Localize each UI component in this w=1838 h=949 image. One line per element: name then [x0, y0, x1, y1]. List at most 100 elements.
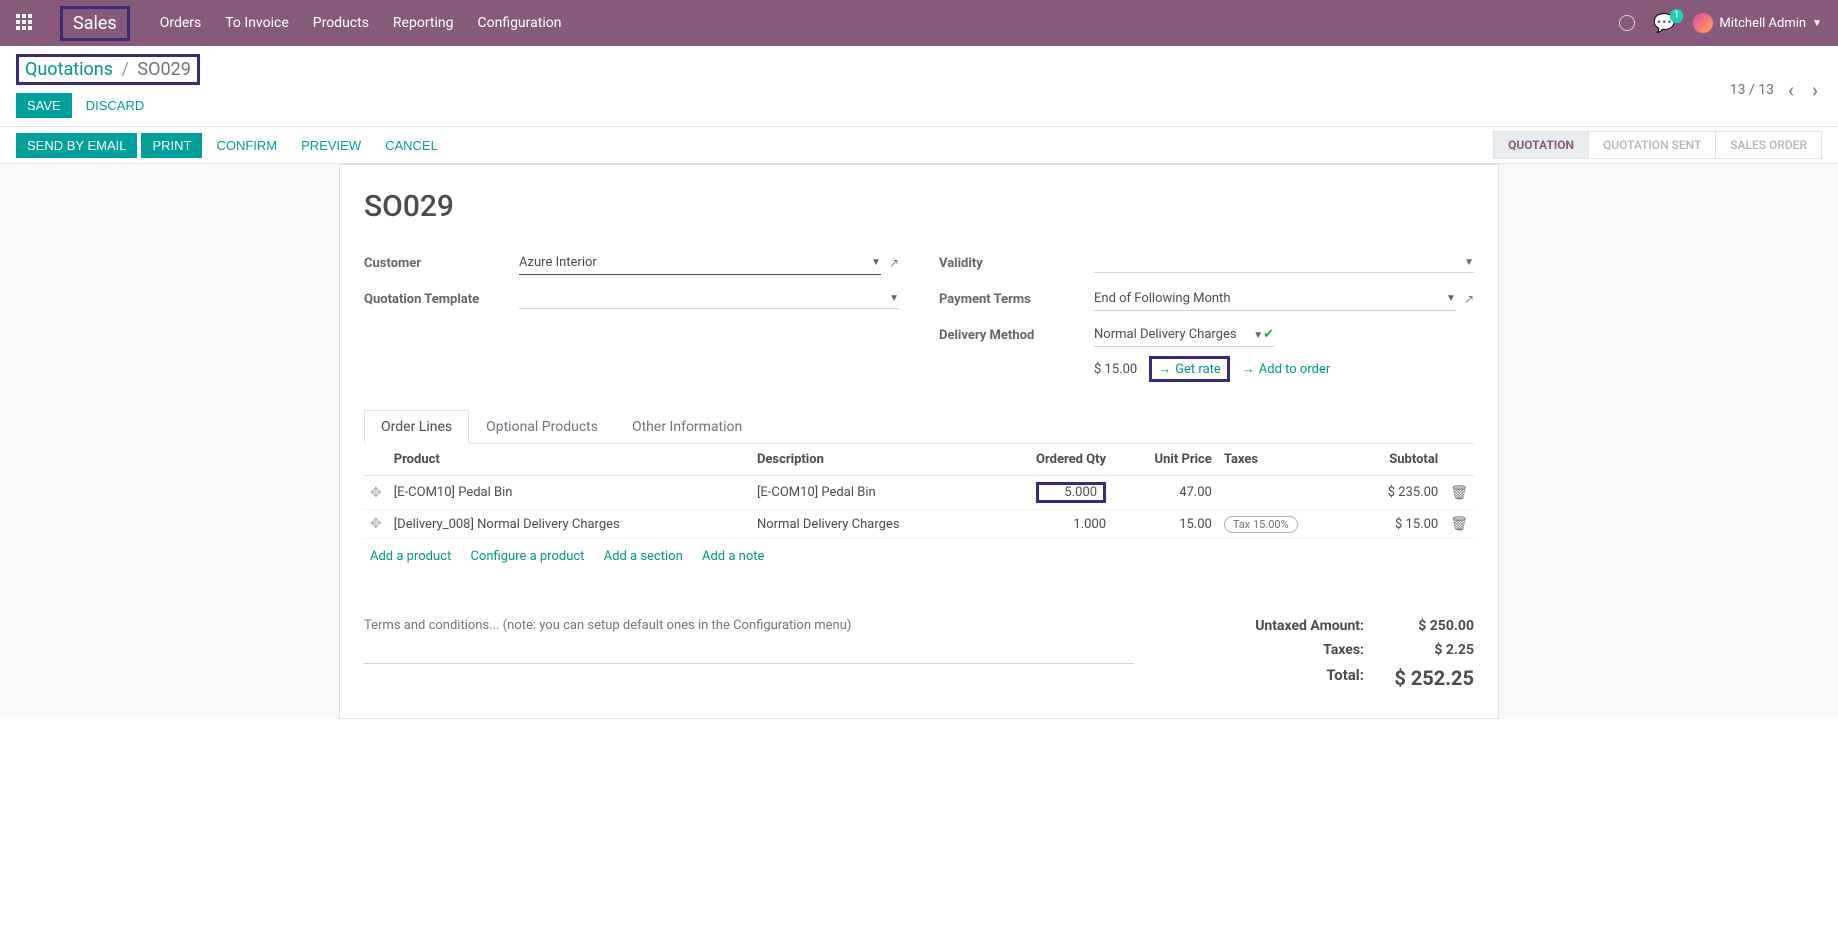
payment-terms-field[interactable]: End of Following Month ▼: [1094, 287, 1456, 311]
product-cell[interactable]: [Delivery_008] Normal Delivery Charges: [388, 510, 751, 539]
total-value: $ 252.25: [1384, 666, 1474, 690]
qty-cell[interactable]: 1.000: [1073, 517, 1106, 532]
customer-field[interactable]: Azure Interior ▼: [519, 251, 881, 275]
menu-products[interactable]: Products: [313, 15, 369, 31]
subtotal-cell: $ 15.00: [1349, 510, 1444, 539]
preview-button[interactable]: PREVIEW: [291, 133, 371, 158]
taxes-value: $ 2.25: [1384, 642, 1474, 658]
chevron-down-icon: ▼: [871, 257, 881, 268]
tab-other-information[interactable]: Other Information: [615, 410, 759, 443]
app-brand[interactable]: Sales: [60, 6, 130, 41]
control-panel: Quotations / SO029 SAVE DISCARD 13 / 13 …: [0, 46, 1838, 127]
breadcrumb-current: SO029: [137, 59, 190, 80]
confirm-button[interactable]: CONFIRM: [206, 133, 287, 158]
configure-product-link[interactable]: Configure a product: [470, 549, 584, 564]
user-name: Mitchell Admin: [1719, 16, 1806, 31]
clock-icon[interactable]: [1619, 15, 1635, 31]
get-rate-button[interactable]: → Get rate: [1149, 356, 1230, 382]
table-row[interactable]: ✥ [E-COM10] Pedal Bin [E-COM10] Pedal Bi…: [364, 476, 1474, 510]
top-navbar: Sales Orders To Invoice Products Reporti…: [0, 0, 1838, 46]
delivery-method-value: Normal Delivery Charges: [1094, 327, 1237, 342]
add-to-order-link[interactable]: → Add to order: [1242, 361, 1330, 377]
pager-text: 13 / 13: [1730, 82, 1774, 98]
description-cell[interactable]: Normal Delivery Charges: [751, 510, 987, 539]
user-menu[interactable]: Mitchell Admin ▼: [1693, 13, 1822, 33]
menu-to-invoice[interactable]: To Invoice: [225, 15, 289, 31]
add-to-order-label: Add to order: [1259, 362, 1330, 377]
get-rate-label: Get rate: [1175, 362, 1221, 377]
th-description: Description: [751, 444, 987, 476]
order-lines-table: Product Description Ordered Qty Unit Pri…: [364, 444, 1474, 539]
unit-price-cell[interactable]: 15.00: [1112, 510, 1218, 539]
description-cell[interactable]: [E-COM10] Pedal Bin: [751, 476, 987, 510]
tax-tag: Tax 15.00%: [1224, 516, 1298, 533]
payment-terms-value: End of Following Month: [1094, 291, 1230, 306]
label-delivery-method: Delivery Method: [939, 328, 1094, 343]
menu-reporting[interactable]: Reporting: [393, 15, 454, 31]
taxes-cell[interactable]: Tax 15.00%: [1218, 510, 1349, 539]
trash-icon[interactable]: 🗑: [1450, 485, 1468, 501]
tabs: Order Lines Optional Products Other Info…: [364, 410, 1474, 444]
validity-field[interactable]: ▼: [1094, 253, 1474, 273]
untaxed-label: Untaxed Amount:: [1255, 618, 1364, 634]
status-quotation[interactable]: QUOTATION: [1493, 131, 1589, 159]
rate-value: $ 15.00: [1094, 362, 1137, 377]
menu-configuration[interactable]: Configuration: [477, 15, 561, 31]
discard-button[interactable]: DISCARD: [76, 94, 155, 117]
breadcrumb-parent[interactable]: Quotations: [25, 59, 113, 80]
label-quotation-template: Quotation Template: [364, 292, 519, 307]
statusbar: SEND BY EMAIL PRINT CONFIRM PREVIEW CANC…: [0, 127, 1838, 164]
add-links-row: Add a product Configure a product Add a …: [364, 539, 1474, 574]
chat-icon[interactable]: 💬 1: [1653, 13, 1675, 34]
send-by-email-button[interactable]: SEND BY EMAIL: [16, 133, 137, 158]
print-button[interactable]: PRINT: [141, 133, 202, 158]
add-section-link[interactable]: Add a section: [604, 549, 683, 564]
th-qty: Ordered Qty: [987, 444, 1112, 476]
trash-icon[interactable]: 🗑: [1450, 516, 1468, 532]
th-product: Product: [388, 444, 751, 476]
label-payment-terms: Payment Terms: [939, 292, 1094, 307]
totals: Untaxed Amount: $ 250.00 Taxes: $ 2.25 T…: [1174, 614, 1474, 694]
drag-handle-icon[interactable]: ✥: [370, 485, 382, 501]
unit-price-cell[interactable]: 47.00: [1112, 476, 1218, 510]
th-unit-price: Unit Price: [1112, 444, 1218, 476]
menu-orders[interactable]: Orders: [160, 15, 202, 31]
external-link-icon[interactable]: ↗: [889, 256, 899, 270]
save-button[interactable]: SAVE: [16, 93, 72, 118]
chevron-down-icon: ▼: [889, 293, 899, 304]
label-validity: Validity: [939, 256, 1094, 271]
terms-textarea[interactable]: [364, 614, 1134, 664]
form-sheet: SO029 Customer Azure Interior ▼ ↗ Quotat…: [339, 164, 1499, 719]
chat-badge: 1: [1670, 9, 1684, 23]
status-quotation-sent[interactable]: QUOTATION SENT: [1588, 131, 1716, 159]
cancel-button[interactable]: CANCEL: [375, 133, 448, 158]
label-customer: Customer: [364, 256, 519, 271]
page-title: SO029: [364, 189, 1474, 224]
drag-handle-icon[interactable]: ✥: [370, 516, 382, 532]
th-taxes: Taxes: [1218, 444, 1349, 476]
taxes-label: Taxes:: [1323, 642, 1364, 658]
arrow-right-icon: →: [1242, 361, 1255, 377]
external-link-icon[interactable]: ↗: [1464, 292, 1474, 306]
qty-cell[interactable]: 5.000: [1036, 482, 1106, 503]
apps-icon[interactable]: [16, 14, 34, 32]
caret-down-icon: ▼: [1812, 18, 1822, 29]
tab-order-lines[interactable]: Order Lines: [364, 410, 469, 444]
pager-prev[interactable]: ‹: [1784, 78, 1798, 102]
untaxed-value: $ 250.00: [1384, 618, 1474, 634]
status-sales-order[interactable]: SALES ORDER: [1715, 131, 1822, 159]
pager-next[interactable]: ›: [1808, 78, 1822, 102]
quotation-template-field[interactable]: ▼: [519, 289, 899, 309]
table-row[interactable]: ✥ [Delivery_008] Normal Delivery Charges…: [364, 510, 1474, 539]
total-label: Total:: [1326, 666, 1364, 690]
arrow-right-icon: →: [1158, 361, 1171, 377]
delivery-method-field[interactable]: Normal Delivery Charges ▼✔: [1094, 323, 1274, 347]
product-cell[interactable]: [E-COM10] Pedal Bin: [388, 476, 751, 510]
add-note-link[interactable]: Add a note: [702, 549, 764, 564]
tab-optional-products[interactable]: Optional Products: [469, 410, 615, 443]
add-product-link[interactable]: Add a product: [370, 549, 451, 564]
taxes-cell[interactable]: [1218, 476, 1349, 510]
main-menu: Orders To Invoice Products Reporting Con…: [160, 15, 1619, 31]
avatar: [1693, 13, 1713, 33]
chevron-down-icon: ▼: [1446, 293, 1456, 304]
